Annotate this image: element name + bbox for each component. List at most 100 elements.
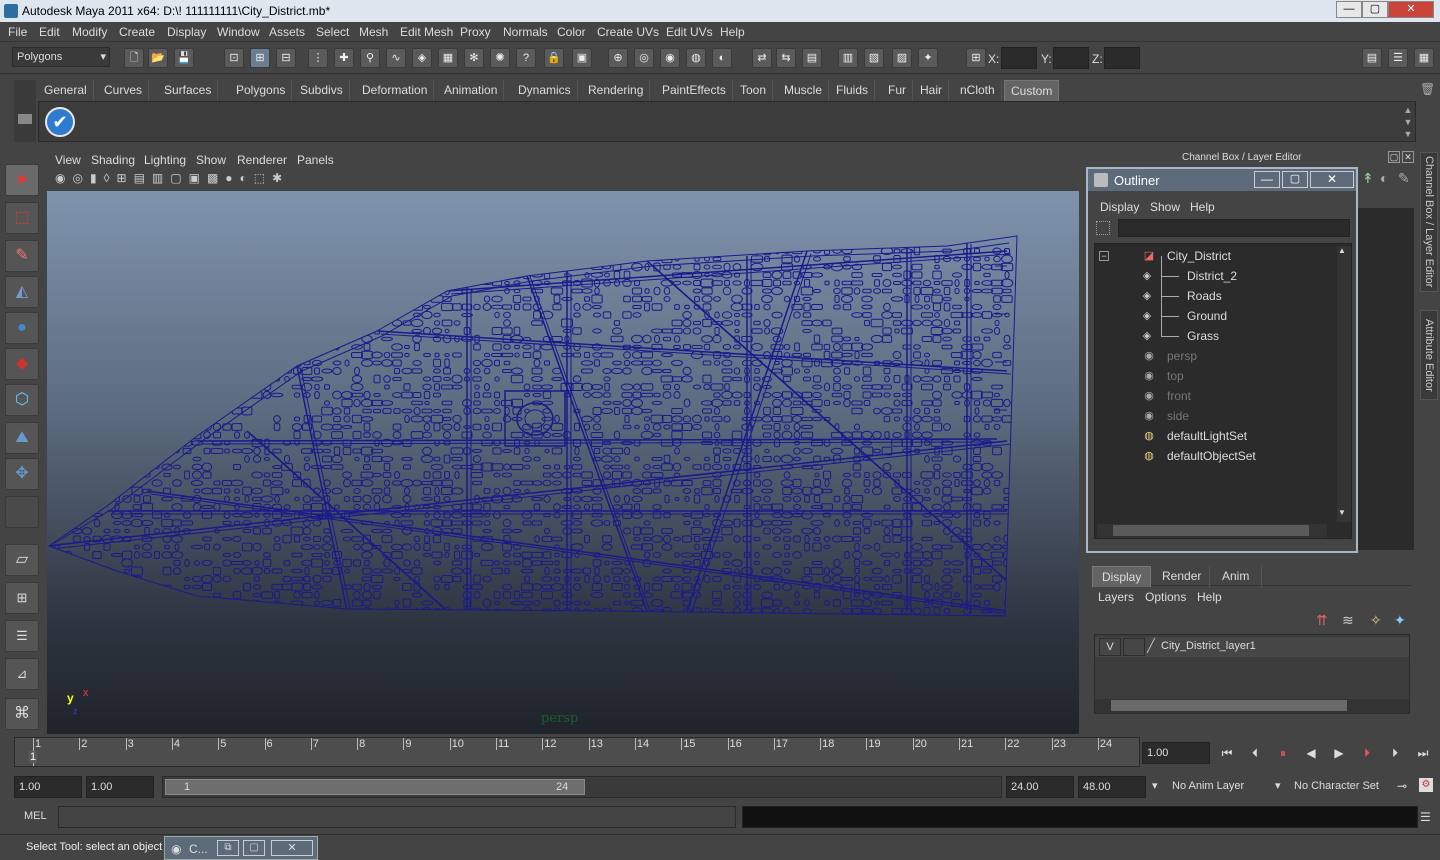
make-live-icon[interactable]: ◐ <box>712 48 732 68</box>
attribute-editor-side-tab[interactable]: Attribute Editor <box>1420 310 1438 400</box>
step-forward-key-icon[interactable]: ⏵ <box>1356 742 1378 764</box>
shelf-menu-icon[interactable] <box>18 114 32 124</box>
preferences-icon[interactable]: ⚙ <box>1419 778 1433 792</box>
layer-menu-layers[interactable]: Layers <box>1098 590 1134 604</box>
viewport-menu-shading[interactable]: Shading <box>91 153 135 167</box>
menu-normals[interactable]: Normals <box>503 25 548 39</box>
outliner-item[interactable]: ◉ side <box>1095 406 1335 426</box>
move-tool-icon[interactable]: ◭ <box>5 276 39 308</box>
shelf-tab-ncloth[interactable]: nCloth <box>954 80 1002 101</box>
paint-select-tool-icon[interactable]: ✎ <box>5 240 39 272</box>
wireframe-icon[interactable]: ▢ <box>170 171 188 185</box>
camera-icon[interactable]: ◉ <box>55 171 72 185</box>
bookmark-icon[interactable]: ▮ <box>90 171 104 185</box>
menu-edit[interactable]: Edit <box>39 25 60 39</box>
range-slider-thumb[interactable]: 1 24 <box>165 779 585 795</box>
shelf-tab-dynamics[interactable]: Dynamics <box>512 80 578 101</box>
hypergraph-icon[interactable]: ⌘ <box>5 698 39 730</box>
z-input[interactable] <box>1104 47 1140 69</box>
outliner-vertical-scrollbar[interactable]: ▲ ▼ <box>1337 246 1351 522</box>
rotate-tool-icon[interactable]: ● <box>5 312 39 344</box>
outliner-item[interactable]: ◈ District_2 <box>1095 266 1335 286</box>
go-to-start-icon[interactable]: ⏮ <box>1216 742 1238 764</box>
outliner-item[interactable]: ◉ top <box>1095 366 1335 386</box>
play-backwards-icon[interactable]: ◀ <box>1300 742 1322 764</box>
step-forward-icon[interactable]: ⏵ <box>1384 742 1406 764</box>
step-back-icon[interactable]: ⏴ <box>1244 742 1266 764</box>
y-input[interactable] <box>1053 47 1089 69</box>
layer-row[interactable]: V ╱ City_District_layer1 <box>1095 637 1409 657</box>
outliner-item[interactable]: ◉ persp <box>1095 346 1335 366</box>
select-deformations-icon[interactable]: ▦ <box>438 48 458 68</box>
select-surfaces-icon[interactable]: ◈ <box>412 48 432 68</box>
construction-history-icon[interactable]: ▤ <box>802 48 822 68</box>
isolate-icon[interactable]: ⬚ <box>254 171 272 185</box>
outliner-horizontal-scrollbar[interactable] <box>1097 524 1327 538</box>
new-scene-icon[interactable]: 🗋 <box>124 48 144 68</box>
menu-select[interactable]: Select <box>316 25 349 39</box>
menu-edit-uvs[interactable]: Edit UVs <box>666 25 713 39</box>
key-icon[interactable]: ⊸ <box>1397 779 1407 793</box>
range-slider[interactable]: 1 24 <box>162 776 1002 798</box>
channel-pen-icon[interactable]: ✎ <box>1398 170 1410 187</box>
smooth-shade-icon[interactable]: ▣ <box>189 171 207 185</box>
shelf-tab-animation[interactable]: Animation <box>438 80 505 101</box>
menu-edit-mesh[interactable]: Edit Mesh <box>400 25 453 39</box>
go-to-end-icon[interactable]: ⏭ <box>1412 742 1434 764</box>
character-set-selector[interactable]: No Character Set <box>1290 776 1394 798</box>
maximize-button[interactable]: ▢ <box>1362 1 1388 18</box>
x-input[interactable] <box>1001 47 1037 69</box>
graph-layout-icon[interactable]: ⊿ <box>5 658 39 690</box>
highlight-selection-icon[interactable]: ▣ <box>572 48 592 68</box>
outliner-menu-help[interactable]: Help <box>1190 200 1215 214</box>
animation-end-field[interactable]: 48.00 <box>1078 776 1146 798</box>
ipr-render-icon[interactable]: ▧ <box>864 48 884 68</box>
scale-tool-icon[interactable]: ◆ <box>5 348 39 380</box>
menu-file[interactable]: File <box>8 25 27 39</box>
shelf-tab-curves[interactable]: Curves <box>98 80 150 101</box>
single-perspective-layout-icon[interactable]: ▱ <box>5 544 39 576</box>
scroll-down-icon[interactable]: ▼ <box>1338 508 1346 517</box>
outliner-item[interactable]: ◈ Grass <box>1095 326 1335 346</box>
open-scene-icon[interactable]: 📂 <box>148 48 168 68</box>
snap-point-icon[interactable]: ◉ <box>660 48 680 68</box>
layer-visibility-toggle[interactable]: V <box>1099 638 1121 656</box>
xray-icon[interactable]: ✱ <box>272 171 289 185</box>
shelf-scroll-icon[interactable]: ▲ ▼ ▼ <box>1403 104 1413 140</box>
tab-display[interactable]: Display <box>1092 566 1152 587</box>
outliner-item[interactable]: ◉ front <box>1095 386 1335 406</box>
outliner-item[interactable]: ◈ Roads <box>1095 286 1335 306</box>
outliner-menu-show[interactable]: Show <box>1150 200 1180 214</box>
viewport-menu-show[interactable]: Show <box>196 153 226 167</box>
trash-icon[interactable]: 🗑 <box>1420 82 1435 96</box>
shelf-tab-muscle[interactable]: Muscle <box>778 80 830 101</box>
textured-icon[interactable]: ▩ <box>207 171 225 185</box>
layer-name[interactable]: City_District_layer1 <box>1161 640 1256 652</box>
anim-layer-selector[interactable]: No Anim Layer <box>1168 776 1270 798</box>
menu-mesh[interactable]: Mesh <box>359 25 388 39</box>
step-back-key-icon[interactable]: ⏸ <box>1272 742 1294 764</box>
close-panel-icon[interactable]: ✕ <box>1402 151 1414 163</box>
soft-mod-tool-icon[interactable]: ⛰ <box>5 422 39 454</box>
outliner-layout-icon[interactable]: ☰ <box>5 620 39 652</box>
layer-menu-help[interactable]: Help <box>1197 590 1222 604</box>
shelf-tab-painteffects[interactable]: PaintEffects <box>656 80 733 101</box>
toggle-attribute-editor-icon[interactable]: ▤ <box>1362 48 1382 68</box>
channel-lock-icon[interactable]: ◐ <box>1380 170 1388 186</box>
outliner-maximize-button[interactable]: ▢ <box>1282 171 1308 188</box>
minimized-maximize-button[interactable]: ▢ <box>243 840 265 856</box>
playback-end-field[interactable]: 24.00 <box>1006 776 1074 798</box>
layer-display-type-toggle[interactable] <box>1123 638 1145 656</box>
snap-curve-icon[interactable]: ◎ <box>634 48 654 68</box>
shadows-icon[interactable]: ◐ <box>240 171 254 185</box>
layer-scroll-thumb[interactable] <box>1111 700 1347 711</box>
select-tool-icon[interactable]: ➤ <box>5 164 39 196</box>
shelf-tab-general[interactable]: General <box>38 80 94 101</box>
snap-view-plane-icon[interactable]: ◍ <box>686 48 706 68</box>
minimize-button[interactable]: — <box>1336 1 1362 18</box>
current-time-field[interactable]: 1.00 <box>1142 742 1210 764</box>
shelf-tab-toon[interactable]: Toon <box>734 80 774 101</box>
select-dynamics-icon[interactable]: ✻ <box>464 48 484 68</box>
animation-start-field[interactable]: 1.00 <box>14 776 82 798</box>
menu-help[interactable]: Help <box>720 25 745 39</box>
